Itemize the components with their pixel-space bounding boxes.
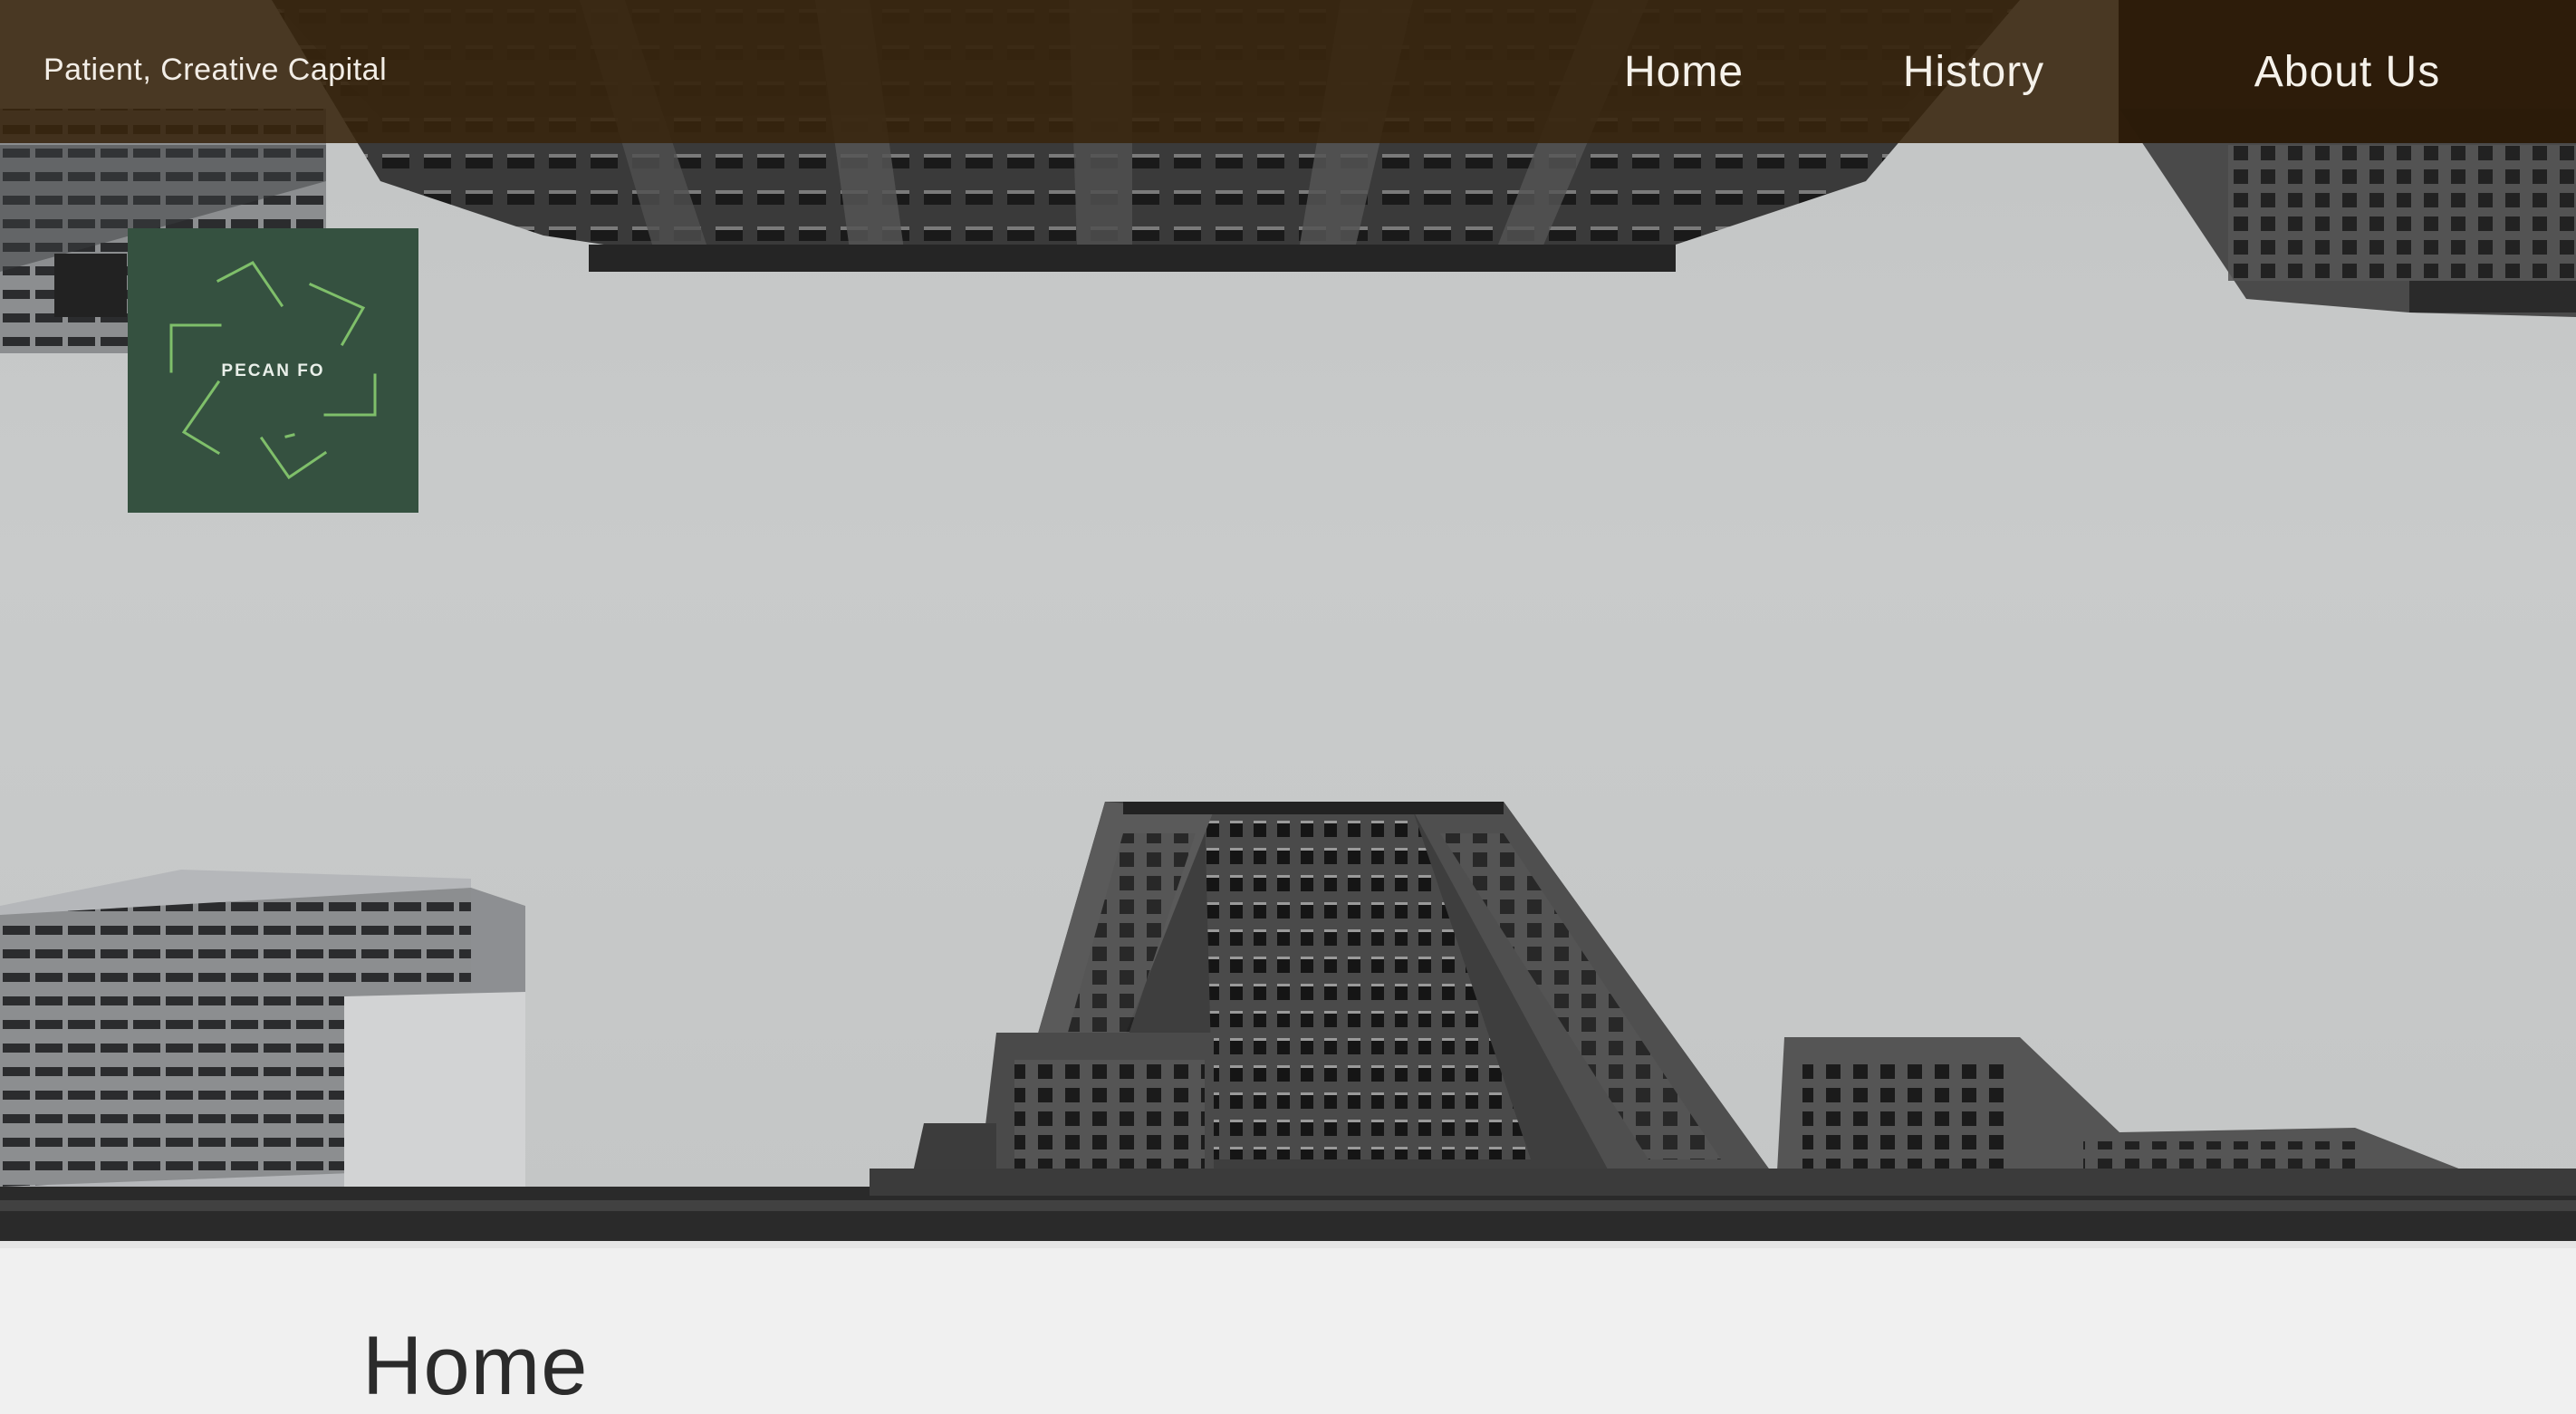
nav-about-us[interactable]: About Us [2119,0,2576,143]
hero-divider [0,1241,2576,1248]
company-logo[interactable]: PECAN FO [128,228,418,513]
nav-home[interactable]: Home [1539,0,1829,143]
nav-history[interactable]: History [1829,0,2119,143]
main-content: Home [0,1248,2576,1412]
hero-image [0,0,2576,1241]
main-nav: Home History About Us [1539,0,2576,143]
page-title: Home [362,1320,589,1412]
tagline: Patient, Creative Capital [43,53,388,87]
logo-text: PECAN FO [221,361,325,380]
skyscraper-photo [0,0,2576,1241]
site-header: Patient, Creative Capital Home History A… [0,0,2576,143]
